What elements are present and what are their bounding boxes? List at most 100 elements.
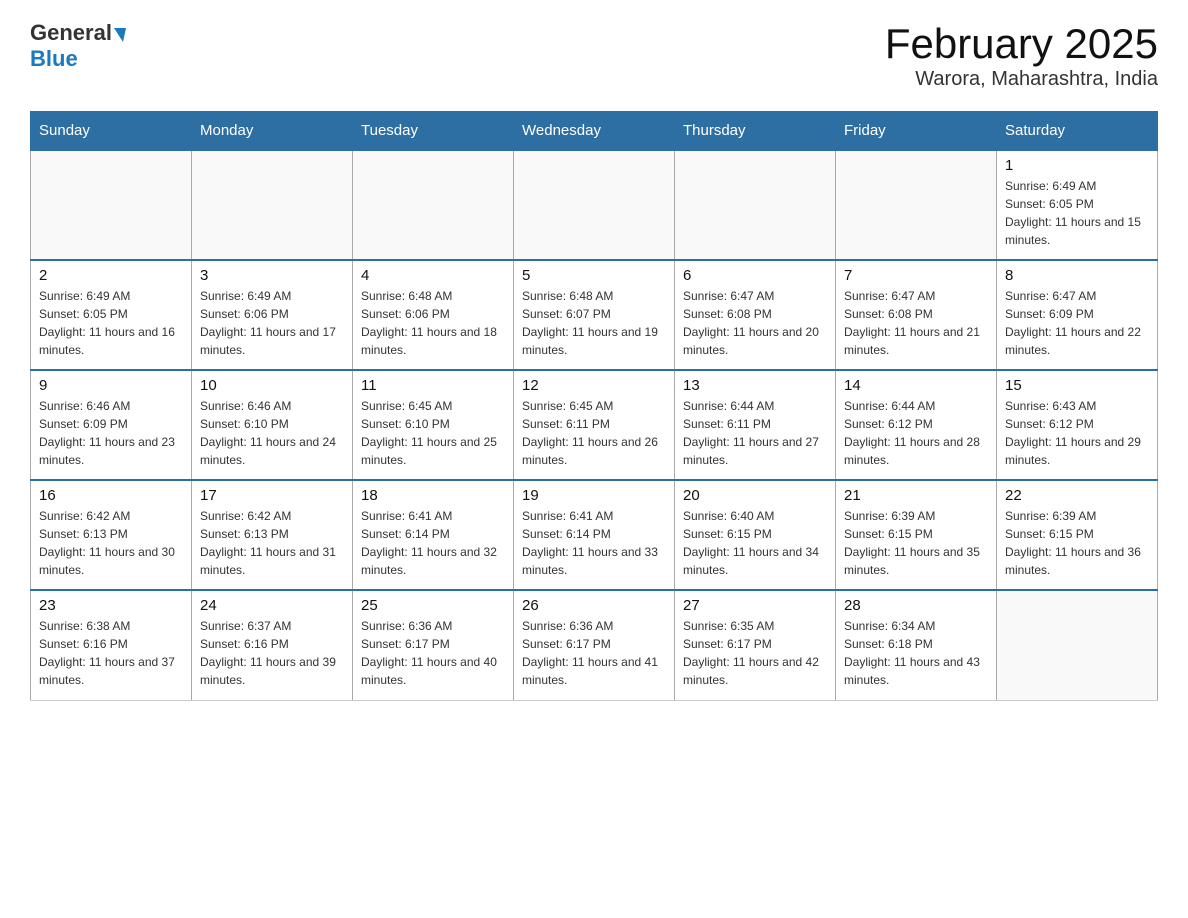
calendar-cell: 8 Sunrise: 6:47 AMSunset: 6:09 PMDaylight… xyxy=(997,260,1158,370)
calendar-cell xyxy=(514,150,675,260)
day-info: Sunrise: 6:40 AMSunset: 6:15 PMDaylight:… xyxy=(683,507,827,579)
logo-blue: Blue xyxy=(30,46,78,72)
header-friday: Friday xyxy=(836,112,997,151)
day-info: Sunrise: 6:44 AMSunset: 6:12 PMDaylight:… xyxy=(844,397,988,469)
header-row: Sunday Monday Tuesday Wednesday Thursday… xyxy=(31,112,1158,151)
day-info: Sunrise: 6:47 AMSunset: 6:09 PMDaylight:… xyxy=(1005,287,1149,359)
title-section: February 2025 Warora, Maharashtra, India xyxy=(885,20,1158,91)
calendar-cell: 2 Sunrise: 6:49 AMSunset: 6:05 PMDaylight… xyxy=(31,260,192,370)
day-number: 17 xyxy=(200,487,344,504)
day-number: 23 xyxy=(39,597,183,614)
day-info: Sunrise: 6:49 AMSunset: 6:05 PMDaylight:… xyxy=(39,287,183,359)
calendar-cell xyxy=(31,150,192,260)
day-info: Sunrise: 6:48 AMSunset: 6:07 PMDaylight:… xyxy=(522,287,666,359)
day-number: 24 xyxy=(200,597,344,614)
calendar-week-row: 1 Sunrise: 6:49 AMSunset: 6:05 PMDaylight… xyxy=(31,150,1158,260)
day-number: 9 xyxy=(39,377,183,394)
calendar-cell: 4Sunrise: 6:48 AMSunset: 6:06 PMDaylight… xyxy=(353,260,514,370)
calendar-cell: 17 Sunrise: 6:42 AMSunset: 6:13 PMDayligh… xyxy=(192,480,353,590)
day-number: 28 xyxy=(844,597,988,614)
calendar-cell: 16Sunrise: 6:42 AMSunset: 6:13 PMDayligh… xyxy=(31,480,192,590)
calendar-cell xyxy=(192,150,353,260)
calendar-cell: 27 Sunrise: 6:35 AMSunset: 6:17 PMDayligh… xyxy=(675,590,836,700)
calendar-cell xyxy=(997,590,1158,700)
day-number: 19 xyxy=(522,487,666,504)
calendar-cell: 9 Sunrise: 6:46 AMSunset: 6:09 PMDaylight… xyxy=(31,370,192,480)
calendar-cell: 12Sunrise: 6:45 AMSunset: 6:11 PMDayligh… xyxy=(514,370,675,480)
calendar-cell xyxy=(675,150,836,260)
day-info: Sunrise: 6:46 AMSunset: 6:09 PMDaylight:… xyxy=(39,397,183,469)
day-info: Sunrise: 6:49 AMSunset: 6:06 PMDaylight:… xyxy=(200,287,344,359)
day-info: Sunrise: 6:47 AMSunset: 6:08 PMDaylight:… xyxy=(844,287,988,359)
calendar-cell: 24 Sunrise: 6:37 AMSunset: 6:16 PMDayligh… xyxy=(192,590,353,700)
calendar-cell: 3 Sunrise: 6:49 AMSunset: 6:06 PMDaylight… xyxy=(192,260,353,370)
day-number: 22 xyxy=(1005,487,1149,504)
day-info: Sunrise: 6:46 AMSunset: 6:10 PMDaylight:… xyxy=(200,397,344,469)
month-title: February 2025 xyxy=(885,20,1158,68)
day-info: Sunrise: 6:35 AMSunset: 6:17 PMDaylight:… xyxy=(683,617,827,689)
location: Warora, Maharashtra, India xyxy=(885,68,1158,91)
day-number: 7 xyxy=(844,267,988,284)
calendar-cell: 22Sunrise: 6:39 AMSunset: 6:15 PMDayligh… xyxy=(997,480,1158,590)
calendar-cell: 14 Sunrise: 6:44 AMSunset: 6:12 PMDayligh… xyxy=(836,370,997,480)
calendar-week-row: 23 Sunrise: 6:38 AMSunset: 6:16 PMDayligh… xyxy=(31,590,1158,700)
calendar-cell: 7 Sunrise: 6:47 AMSunset: 6:08 PMDaylight… xyxy=(836,260,997,370)
day-info: Sunrise: 6:39 AMSunset: 6:15 PMDaylight:… xyxy=(844,507,988,579)
header-tuesday: Tuesday xyxy=(353,112,514,151)
day-info: Sunrise: 6:36 AMSunset: 6:17 PMDaylight:… xyxy=(361,617,505,689)
calendar-header: Sunday Monday Tuesday Wednesday Thursday… xyxy=(31,112,1158,151)
calendar-cell: 6 Sunrise: 6:47 AMSunset: 6:08 PMDaylight… xyxy=(675,260,836,370)
day-number: 6 xyxy=(683,267,827,284)
day-number: 25 xyxy=(361,597,505,614)
day-info: Sunrise: 6:49 AMSunset: 6:05 PMDaylight:… xyxy=(1005,177,1149,249)
day-info: Sunrise: 6:42 AMSunset: 6:13 PMDaylight:… xyxy=(200,507,344,579)
calendar-cell: 13 Sunrise: 6:44 AMSunset: 6:11 PMDayligh… xyxy=(675,370,836,480)
day-number: 21 xyxy=(844,487,988,504)
header-sunday: Sunday xyxy=(31,112,192,151)
day-number: 14 xyxy=(844,377,988,394)
day-number: 18 xyxy=(361,487,505,504)
day-number: 27 xyxy=(683,597,827,614)
day-number: 16 xyxy=(39,487,183,504)
calendar-cell: 25 Sunrise: 6:36 AMSunset: 6:17 PMDayligh… xyxy=(353,590,514,700)
day-number: 15 xyxy=(1005,377,1149,394)
day-number: 5 xyxy=(522,267,666,284)
day-number: 8 xyxy=(1005,267,1149,284)
calendar-cell: 19 Sunrise: 6:41 AMSunset: 6:14 PMDayligh… xyxy=(514,480,675,590)
day-info: Sunrise: 6:41 AMSunset: 6:14 PMDaylight:… xyxy=(522,507,666,579)
calendar-week-row: 9 Sunrise: 6:46 AMSunset: 6:09 PMDaylight… xyxy=(31,370,1158,480)
day-info: Sunrise: 6:47 AMSunset: 6:08 PMDaylight:… xyxy=(683,287,827,359)
day-info: Sunrise: 6:48 AMSunset: 6:06 PMDaylight:… xyxy=(361,287,505,359)
day-number: 11 xyxy=(361,377,505,394)
calendar-cell: 20 Sunrise: 6:40 AMSunset: 6:15 PMDayligh… xyxy=(675,480,836,590)
day-info: Sunrise: 6:43 AMSunset: 6:12 PMDaylight:… xyxy=(1005,397,1149,469)
day-number: 20 xyxy=(683,487,827,504)
day-number: 3 xyxy=(200,267,344,284)
day-info: Sunrise: 6:37 AMSunset: 6:16 PMDaylight:… xyxy=(200,617,344,689)
calendar-cell: 5 Sunrise: 6:48 AMSunset: 6:07 PMDaylight… xyxy=(514,260,675,370)
day-number: 12 xyxy=(522,377,666,394)
day-info: Sunrise: 6:38 AMSunset: 6:16 PMDaylight:… xyxy=(39,617,183,689)
day-number: 2 xyxy=(39,267,183,284)
calendar-week-row: 2 Sunrise: 6:49 AMSunset: 6:05 PMDaylight… xyxy=(31,260,1158,370)
calendar-cell xyxy=(836,150,997,260)
calendar-cell xyxy=(353,150,514,260)
day-info: Sunrise: 6:44 AMSunset: 6:11 PMDaylight:… xyxy=(683,397,827,469)
logo: General Blue xyxy=(30,20,126,72)
calendar-week-row: 16 Sunrise: 6:42 AMSunset: 6:13 PMDayligh… xyxy=(31,480,1158,590)
calendar-body: 1 Sunrise: 6:49 AMSunset: 6:05 PMDaylight… xyxy=(31,150,1158,700)
header-saturday: Saturday xyxy=(997,112,1158,151)
day-info: Sunrise: 6:41 AMSunset: 6:14 PMDaylight:… xyxy=(361,507,505,579)
calendar-cell: 1 Sunrise: 6:49 AMSunset: 6:05 PMDaylight… xyxy=(997,150,1158,260)
day-number: 26 xyxy=(522,597,666,614)
calendar-cell: 28 Sunrise: 6:34 AMSunset: 6:18 PMDayligh… xyxy=(836,590,997,700)
calendar-cell: 11Sunrise: 6:45 AMSunset: 6:10 PMDayligh… xyxy=(353,370,514,480)
day-number: 1 xyxy=(1005,157,1149,174)
logo-general: General xyxy=(30,20,112,46)
day-number: 13 xyxy=(683,377,827,394)
calendar-cell: 18 Sunrise: 6:41 AMSunset: 6:14 PMDayligh… xyxy=(353,480,514,590)
calendar-cell: 26Sunrise: 6:36 AMSunset: 6:17 PMDayligh… xyxy=(514,590,675,700)
header-monday: Monday xyxy=(192,112,353,151)
day-info: Sunrise: 6:34 AMSunset: 6:18 PMDaylight:… xyxy=(844,617,988,689)
calendar-cell: 10Sunrise: 6:46 AMSunset: 6:10 PMDayligh… xyxy=(192,370,353,480)
